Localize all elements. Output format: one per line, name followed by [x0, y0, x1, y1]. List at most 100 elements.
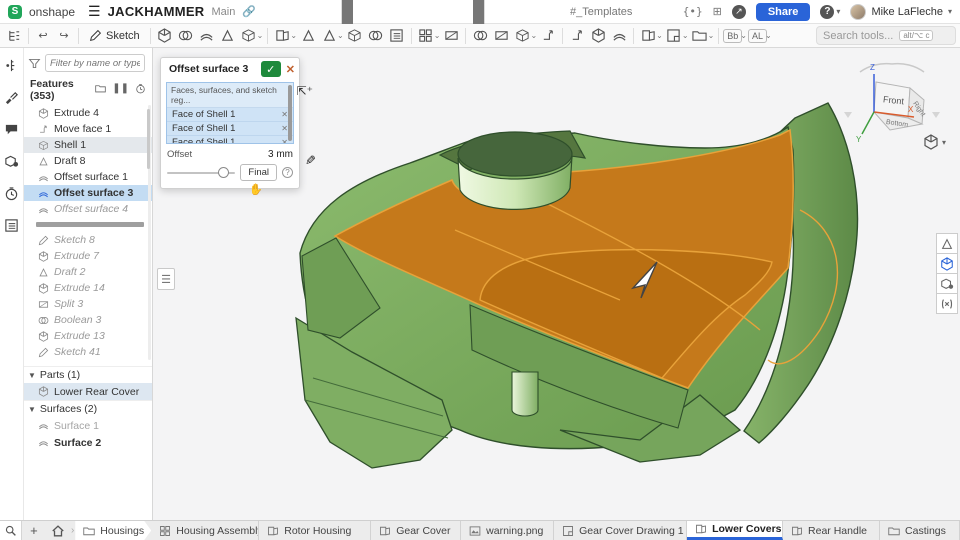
help-caret-icon[interactable]: ▾ [836, 7, 840, 16]
feature-row[interactable]: Extrude 14 [24, 280, 152, 296]
transform-icon[interactable] [638, 26, 658, 46]
user-menu-caret-icon[interactable]: ▾ [948, 7, 952, 16]
search-tools-input[interactable]: Search tools... alt/⌥ c [816, 26, 956, 45]
share-button[interactable]: Share [756, 3, 811, 21]
selection-scrollbar[interactable] [288, 85, 292, 141]
hole-icon[interactable] [366, 26, 386, 46]
onshape-logo-icon[interactable]: S [8, 5, 22, 19]
pattern-icon[interactable] [416, 26, 436, 46]
redo-icon[interactable]: ↪ [54, 26, 74, 46]
tab-lower-covers-active[interactable]: Lower Covers [687, 521, 783, 540]
feature-list-scrollbar[interactable] [148, 105, 151, 360]
feature-row[interactable]: Boolean 3 [24, 312, 152, 328]
fillet-caret-icon[interactable]: ⌄ [290, 31, 297, 40]
dialog-help-icon[interactable]: ? [282, 167, 293, 178]
feature-row[interactable]: Offset surface 1 [24, 169, 152, 185]
selected-face-row[interactable]: Face of Shell 1✕ [167, 122, 293, 136]
feature-row[interactable]: Move face 1 [24, 121, 152, 137]
surface-caret-icon[interactable]: ⌄ [708, 31, 715, 40]
face-selection-list[interactable]: Faces, surfaces, and sketch reg... Face … [166, 82, 294, 144]
view-options-button[interactable]: ▾ [923, 134, 946, 150]
accept-button[interactable]: ✓ [261, 61, 281, 77]
toggle-feature-list-icon[interactable] [4, 26, 24, 46]
measure-panel-icon[interactable] [4, 58, 20, 74]
draft-caret-icon[interactable]: ⌄ [337, 31, 344, 40]
draft-icon[interactable] [319, 26, 339, 46]
new-folder-icon[interactable] [95, 83, 106, 97]
extrude-icon[interactable] [155, 26, 175, 46]
user-avatar[interactable] [850, 4, 866, 20]
feature-row-selected[interactable]: Offset surface 3 [24, 185, 152, 201]
user-name[interactable]: Mike LaFleche [871, 6, 943, 18]
transform-caret-icon[interactable]: ⌄ [656, 31, 663, 40]
boolean-icon[interactable] [470, 26, 490, 46]
feature-row[interactable]: Extrude 7 [24, 248, 152, 264]
learning-center-icon[interactable]: ↗ [732, 5, 746, 19]
modify-fillet-icon[interactable] [512, 26, 532, 46]
undo-icon[interactable]: ↩ [33, 26, 53, 46]
pattern-caret-icon[interactable]: ⌄ [434, 31, 441, 40]
isolate-button[interactable] [936, 253, 958, 274]
offset-value[interactable]: 3 mm [268, 149, 293, 160]
add-tab-button[interactable]: + [22, 521, 46, 540]
remove-selection-icon[interactable]: ✕ [281, 138, 288, 144]
filter-funnel-icon[interactable] [28, 57, 41, 70]
slider-handle[interactable] [218, 167, 229, 178]
tab-warning-png[interactable]: warning.png [461, 521, 554, 540]
selected-face-row[interactable]: Face of Shell 1✕ [167, 136, 293, 144]
delete-face-icon[interactable] [538, 26, 558, 46]
loft-icon[interactable] [218, 26, 238, 46]
graphics-area[interactable]: ☰ Front Right Bottom Z X Y ▾ [153, 48, 960, 520]
fillet-icon[interactable] [272, 26, 292, 46]
surface-icon[interactable] [690, 26, 710, 46]
part-row[interactable]: Lower Rear Cover [24, 383, 152, 400]
search-tabs-icon[interactable] [0, 521, 22, 540]
feature-row[interactable]: Draft 8 [24, 153, 152, 169]
feature-row[interactable]: Sketch 41 [24, 344, 152, 360]
tab-gear-cover[interactable]: Gear Cover [371, 521, 461, 540]
surface-row[interactable]: Surface 2 [24, 434, 152, 451]
curve-caret-icon[interactable]: ⌄ [682, 31, 689, 40]
rib-icon[interactable] [387, 26, 407, 46]
feature-row[interactable]: Draft 2 [24, 264, 152, 280]
split-icon[interactable] [491, 26, 511, 46]
history-panel-icon[interactable] [4, 186, 20, 202]
suppress-pause-icon[interactable]: ❚❚ [112, 83, 129, 97]
surfaces-section-header[interactable]: ▼ Surfaces (2) [24, 400, 152, 417]
featurescript-icon[interactable]: {•} [683, 5, 703, 18]
draft-analysis-button[interactable] [936, 233, 958, 254]
sketch-button[interactable]: Sketch [83, 27, 146, 44]
feature-row[interactable]: Extrude 4 [24, 105, 152, 121]
chamfer-icon[interactable] [298, 26, 318, 46]
workspace-name[interactable]: Main [212, 6, 236, 18]
feature-row[interactable]: Shell 1 [24, 137, 152, 153]
feature-row[interactable]: Extrude 13 [24, 328, 152, 344]
move-face-icon[interactable] [567, 26, 587, 46]
variables-button[interactable] [936, 293, 958, 314]
tab-castings[interactable]: Castings [880, 521, 960, 540]
cancel-button[interactable]: ✕ [286, 63, 295, 76]
tab-rear-handle[interactable]: Rear Handle [783, 521, 880, 540]
configurations-panel-icon[interactable] [4, 154, 20, 170]
thicken-caret-icon[interactable]: ⌄ [257, 31, 264, 40]
version-link-icon[interactable]: 🔗 [242, 5, 256, 18]
sweep-icon[interactable] [197, 26, 217, 46]
curve-icon[interactable] [664, 26, 684, 46]
offset-slider[interactable] [167, 172, 235, 174]
shell-icon[interactable] [345, 26, 365, 46]
tab-gear-cover-drawing[interactable]: Gear Cover Drawing 1 [554, 521, 687, 540]
tab-housings[interactable]: Housings [75, 521, 151, 540]
home-tab-button[interactable] [46, 521, 70, 540]
offset-surface-icon[interactable] [609, 26, 629, 46]
filter-input[interactable] [45, 54, 145, 72]
tab-housing-assembly[interactable]: Housing Assembly [151, 521, 259, 540]
parts-section-header[interactable]: ▼ Parts (1) [24, 366, 152, 383]
selected-face-row[interactable]: Face of Shell 1✕ [167, 108, 293, 122]
remove-selection-icon[interactable]: ✕ [281, 110, 288, 119]
final-button[interactable]: Final [240, 164, 277, 181]
main-menu-icon[interactable]: ☰ [88, 3, 101, 20]
help-icon[interactable]: ? [820, 5, 834, 19]
document-title[interactable]: JACKHAMMER [108, 4, 205, 19]
rollback-history-icon[interactable] [135, 83, 146, 97]
replace-face-icon[interactable] [588, 26, 608, 46]
